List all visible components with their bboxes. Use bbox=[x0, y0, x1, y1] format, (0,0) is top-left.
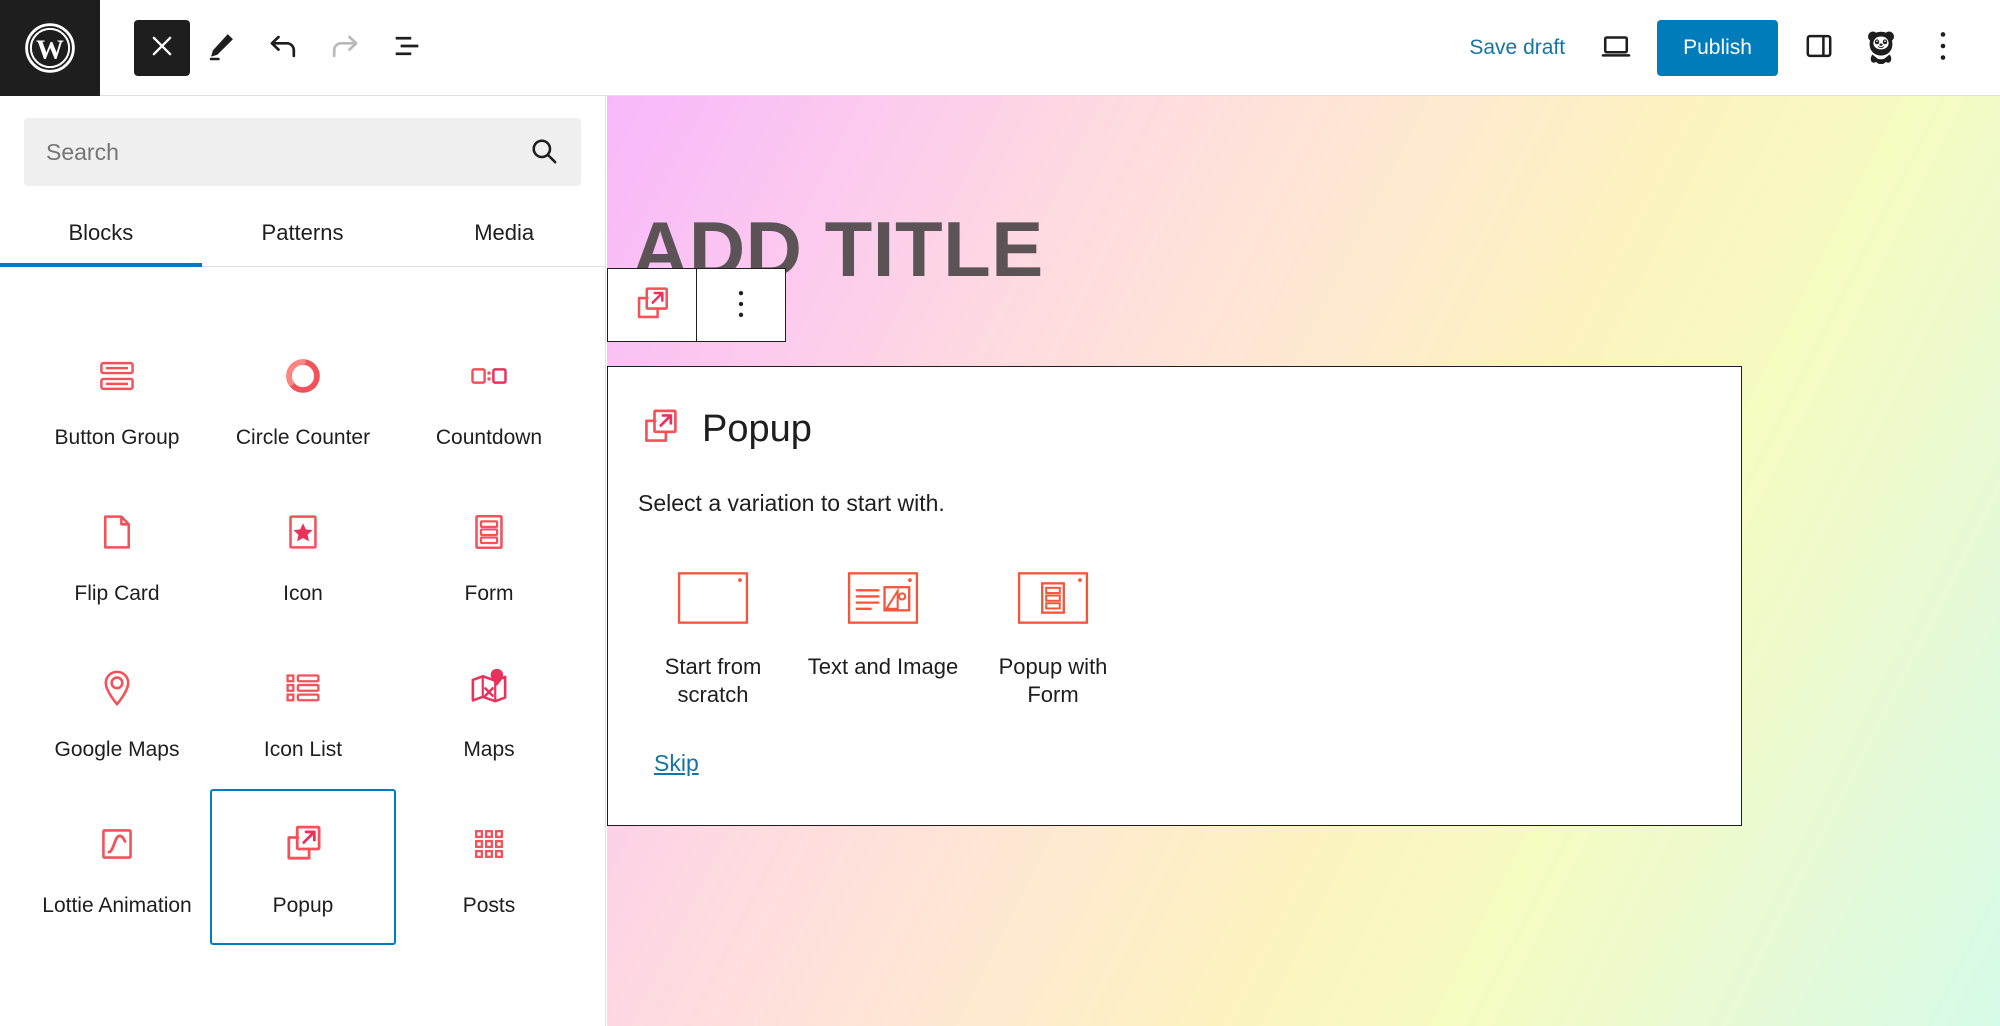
popup-block-instruction: Select a variation to start with. bbox=[638, 490, 1713, 517]
block-item-label: Posts bbox=[463, 893, 516, 919]
popup-block-header: Popup bbox=[636, 405, 1713, 454]
block-item-label: Button Group bbox=[55, 425, 180, 451]
undo-button[interactable] bbox=[252, 17, 314, 79]
popup-icon bbox=[631, 283, 673, 328]
block-item-label: Google Maps bbox=[55, 737, 180, 763]
search-magnifier-icon bbox=[528, 135, 560, 170]
icon-list-icon bbox=[281, 657, 325, 719]
flip-card-icon bbox=[95, 501, 139, 563]
three-dots-vertical-icon bbox=[1930, 29, 1956, 66]
maps-folded-icon bbox=[467, 657, 511, 719]
tab-patterns[interactable]: Patterns bbox=[202, 208, 404, 266]
redo-button[interactable] bbox=[314, 17, 376, 79]
block-item-icon-list[interactable]: Icon List bbox=[210, 633, 396, 789]
block-item-label: Lottie Animation bbox=[42, 893, 191, 919]
edit-tool-button[interactable] bbox=[190, 17, 252, 79]
block-item-label: Flip Card bbox=[74, 581, 159, 607]
block-item-label: Circle Counter bbox=[236, 425, 370, 451]
variation-label: Popup with Form bbox=[972, 653, 1134, 708]
preview-button[interactable] bbox=[1585, 17, 1647, 79]
block-item-flip-card[interactable]: Flip Card bbox=[24, 477, 210, 633]
desktop-preview-icon bbox=[1599, 29, 1633, 66]
search-input[interactable] bbox=[24, 139, 513, 166]
map-pin-icon bbox=[95, 657, 139, 719]
redo-arrow-icon bbox=[327, 28, 363, 67]
block-item-button-group[interactable]: Button Group bbox=[24, 321, 210, 477]
close-inserter-button[interactable] bbox=[134, 20, 190, 76]
popup-block-placeholder: Popup Select a variation to start with. … bbox=[607, 366, 1742, 826]
form-icon bbox=[467, 501, 511, 563]
block-item-posts[interactable]: Posts bbox=[396, 789, 582, 945]
svg-text:W: W bbox=[36, 34, 64, 65]
editor-canvas: ADD TITLE bbox=[607, 96, 2000, 1026]
top-bar-left-tools bbox=[134, 17, 438, 79]
popup-icon bbox=[638, 405, 682, 454]
variation-label: Text and Image bbox=[808, 653, 958, 681]
countdown-icon bbox=[467, 345, 511, 407]
list-view-button[interactable] bbox=[376, 17, 438, 79]
variation-text-and-image[interactable]: Text and Image bbox=[798, 551, 968, 716]
search-field-wrapper[interactable] bbox=[24, 118, 581, 186]
variation-start-from-scratch[interactable]: Start from scratch bbox=[628, 551, 798, 716]
block-item-popup[interactable]: Popup bbox=[210, 789, 396, 945]
pencil-edit-icon bbox=[204, 29, 238, 66]
block-item-form[interactable]: Form bbox=[396, 477, 582, 633]
popup-variations-list: Start from scratch T bbox=[628, 551, 1713, 716]
star-icon bbox=[281, 501, 325, 563]
block-grid: Masonry Accordion Advanced Heading bbox=[0, 318, 606, 945]
document-outline-icon bbox=[390, 29, 424, 66]
block-item-maps[interactable]: Maps bbox=[396, 633, 582, 789]
close-x-icon bbox=[148, 32, 176, 63]
block-item-icon[interactable]: Icon bbox=[210, 477, 396, 633]
block-item-label: Maps bbox=[463, 737, 514, 763]
popup-form-icon bbox=[1016, 559, 1090, 637]
wordpress-logo-button[interactable]: W bbox=[0, 0, 100, 96]
block-item-label: Countdown bbox=[436, 425, 542, 451]
inserter-search-area bbox=[0, 96, 605, 186]
block-item-circle-counter[interactable]: Circle Counter bbox=[210, 321, 396, 477]
save-draft-button[interactable]: Save draft bbox=[1449, 36, 1585, 60]
variation-label: Start from scratch bbox=[632, 653, 794, 708]
block-item-google-maps[interactable]: Google Maps bbox=[24, 633, 210, 789]
publish-button[interactable]: Publish bbox=[1657, 20, 1778, 76]
skip-variation-link[interactable]: Skip bbox=[654, 750, 699, 777]
wordpress-logo-icon: W bbox=[23, 21, 77, 75]
lottie-animation-icon bbox=[95, 813, 139, 875]
tab-media[interactable]: Media bbox=[403, 208, 605, 266]
posts-grid-icon bbox=[467, 813, 511, 875]
text-and-image-icon bbox=[846, 559, 920, 637]
three-dots-vertical-icon bbox=[730, 288, 752, 323]
top-bar-right-tools: Save draft Publish bbox=[1449, 17, 2000, 79]
sidebar-panel-icon bbox=[1803, 30, 1835, 65]
editor-options-button[interactable] bbox=[1912, 17, 1974, 79]
block-type-button[interactable] bbox=[608, 269, 696, 341]
circle-counter-icon bbox=[281, 345, 325, 407]
search-submit-button[interactable] bbox=[513, 121, 575, 183]
block-inserter-panel: Blocks Patterns Media Masonry Accordion … bbox=[0, 96, 606, 1026]
popup-icon bbox=[280, 813, 326, 875]
tab-blocks[interactable]: Blocks bbox=[0, 208, 202, 266]
block-toolbar bbox=[607, 268, 786, 342]
block-item-countdown[interactable]: Countdown bbox=[396, 321, 582, 477]
block-item-label: Popup bbox=[273, 893, 334, 919]
popup-block-title: Popup bbox=[702, 408, 812, 451]
user-avatar-button[interactable] bbox=[1850, 17, 1912, 79]
block-grid-scroll-region[interactable]: Masonry Accordion Advanced Heading bbox=[0, 318, 606, 1026]
settings-sidebar-toggle-button[interactable] bbox=[1788, 17, 1850, 79]
button-group-icon bbox=[95, 345, 139, 407]
block-item-lottie-animation[interactable]: Lottie Animation bbox=[24, 789, 210, 945]
panda-avatar-icon bbox=[1862, 27, 1900, 68]
editor-top-bar: W bbox=[0, 0, 2000, 96]
inserter-tabs: Blocks Patterns Media bbox=[0, 208, 605, 267]
undo-arrow-icon bbox=[265, 28, 301, 67]
blank-frame-icon bbox=[676, 559, 750, 637]
block-options-button[interactable] bbox=[697, 269, 785, 341]
variation-popup-with-form[interactable]: Popup with Form bbox=[968, 551, 1138, 716]
block-item-label: Form bbox=[465, 581, 514, 607]
block-item-label: Icon List bbox=[264, 737, 342, 763]
block-item-label: Icon bbox=[283, 581, 323, 607]
